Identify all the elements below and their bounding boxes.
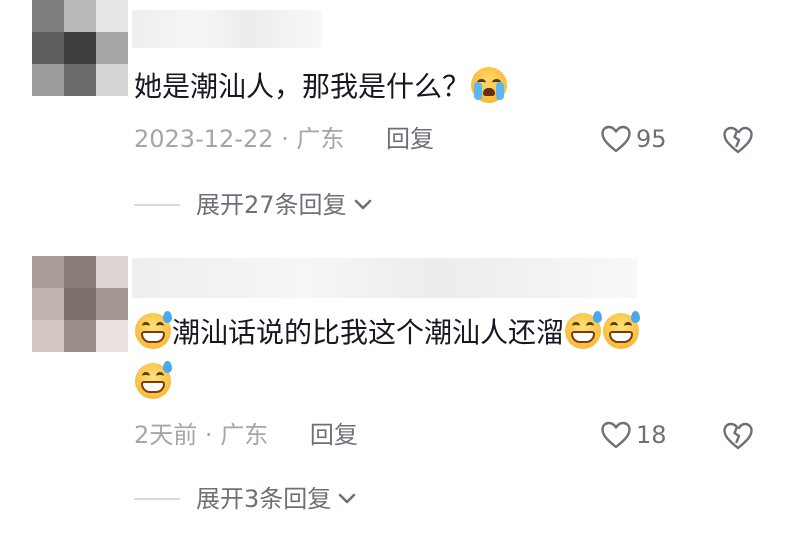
broken-heart-icon[interactable]	[722, 124, 754, 156]
comment-item: 她是潮汕人，那我是什么？ 2023-12-22 · 广东 回复 95 展开27条…	[0, 0, 800, 236]
reply-button[interactable]: 回复	[310, 421, 358, 449]
comment-item: 潮汕话说的比我这个潮汕人还溜 2天前 · 广东 回复 18 展开3条回复	[0, 256, 800, 534]
expand-replies-button[interactable]: 展开27条回复	[134, 188, 373, 222]
grinning-sweat-face-icon	[603, 311, 641, 349]
chevron-down-icon	[354, 199, 371, 210]
comment-location: 广东	[296, 125, 345, 153]
username-blurred[interactable]	[132, 10, 322, 48]
like-count: 95	[636, 125, 667, 153]
comment-date: 2023-12-22	[134, 125, 274, 153]
comment-text: 潮汕话说的比我这个潮汕人还溜	[134, 308, 641, 408]
grinning-sweat-face-icon	[135, 311, 172, 349]
like-button[interactable]: 18	[600, 418, 667, 452]
broken-heart-icon[interactable]	[722, 420, 754, 452]
chevron-down-icon	[338, 493, 356, 504]
grinning-sweat-face-icon	[565, 311, 603, 349]
meta-separator: ·	[281, 125, 289, 153]
crying-face-icon	[471, 67, 508, 103]
comment-text: 她是潮汕人，那我是什么？	[134, 62, 508, 112]
heart-outline-icon	[601, 421, 631, 449]
comment-meta: 2天前 · 广东 回复	[134, 418, 358, 452]
divider-line	[134, 204, 180, 206]
expand-replies-label: 展开27条回复	[196, 191, 347, 219]
username-blurred[interactable]	[132, 258, 637, 298]
expand-replies-label: 展开3条回复	[196, 485, 332, 513]
heart-outline-icon	[601, 125, 631, 153]
avatar[interactable]	[32, 256, 128, 352]
comment-location: 广东	[220, 421, 269, 449]
divider-line	[134, 498, 180, 500]
like-count: 18	[636, 421, 667, 449]
reply-button[interactable]: 回复	[386, 125, 434, 153]
comment-date: 2天前	[134, 421, 198, 449]
expand-replies-button[interactable]: 展开3条回复	[134, 482, 357, 516]
meta-separator: ·	[204, 421, 213, 449]
comment-meta: 2023-12-22 · 广东 回复	[134, 122, 434, 156]
avatar[interactable]	[32, 0, 128, 96]
grinning-sweat-face-icon	[135, 361, 172, 399]
like-button[interactable]: 95	[600, 122, 667, 156]
